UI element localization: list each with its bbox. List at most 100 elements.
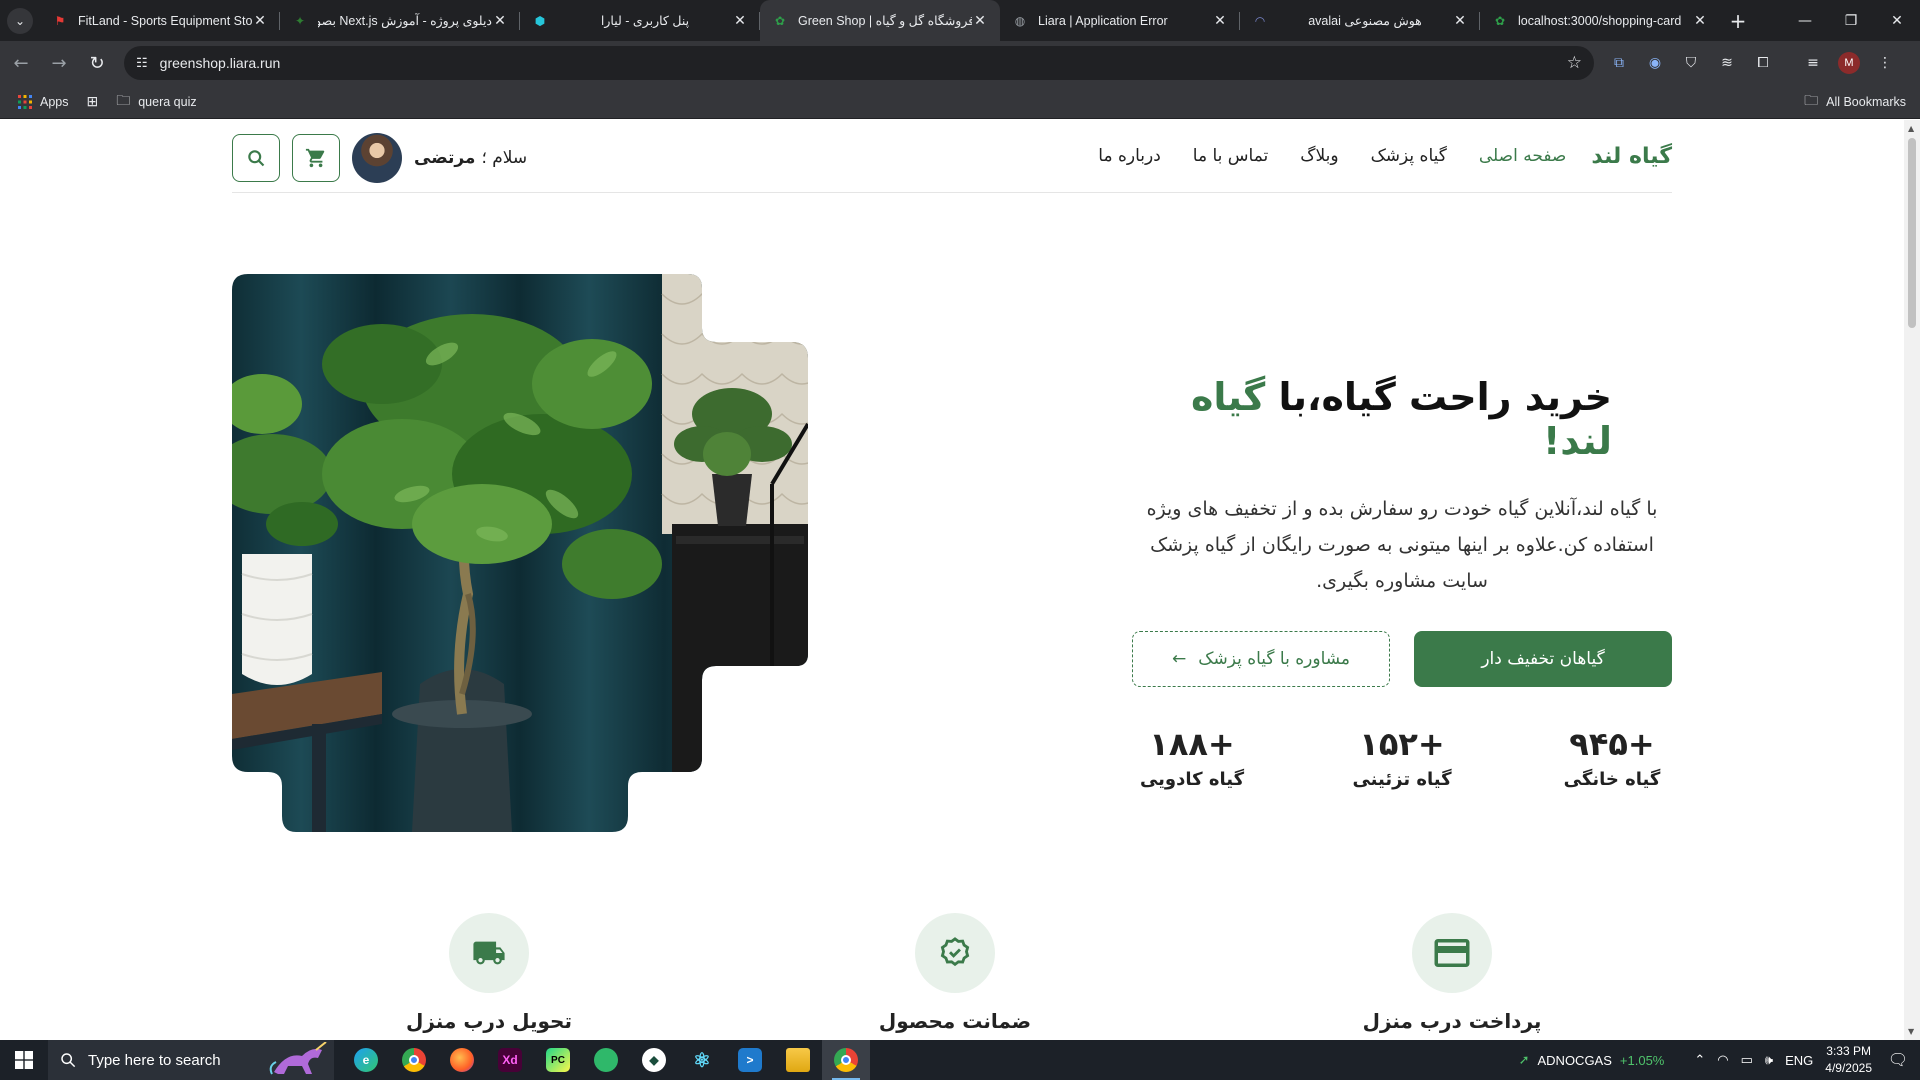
feature-icon-circle <box>1412 913 1492 993</box>
taskbar-adobe-xd[interactable]: Xd <box>486 1040 534 1080</box>
kebab-menu-icon[interactable]: ⋮ <box>1874 52 1896 74</box>
bookmarks-bar: Apps ⊞ 🗀 quera quiz 🗀 All Bookmarks <box>0 85 1920 119</box>
close-icon[interactable]: ✕ <box>252 12 268 29</box>
stat-value: +۹۴۵ <box>1569 725 1655 763</box>
taskbar-chat-app[interactable] <box>582 1040 630 1080</box>
taskbar-chrome[interactable] <box>390 1040 438 1080</box>
nav-home[interactable]: صفحه اصلی <box>1479 146 1566 166</box>
taskbar-file-explorer[interactable] <box>774 1040 822 1080</box>
chevron-up-icon[interactable]: ⌃ <box>1694 1052 1705 1068</box>
bookmark-apps[interactable]: Apps <box>18 94 69 109</box>
close-icon[interactable]: ✕ <box>492 12 508 29</box>
close-icon[interactable]: ✕ <box>732 12 748 29</box>
page-viewport: گیاه لند صفحه اصلی گیاه پزشک وبلاگ تماس … <box>0 120 1904 1040</box>
taskbar-apps: e Xd PC ◆ ⚛ > <box>342 1040 870 1080</box>
chrome-icon <box>402 1048 426 1072</box>
browser-tab[interactable]: ◠ هوش مصنوعی avalai ✕ <box>1240 0 1480 41</box>
url-text[interactable]: greenshop.liara.run <box>160 55 1567 71</box>
stat-item: +۱۸۸ گیاه کادویی <box>1132 725 1252 790</box>
bookmark-folder-quera[interactable]: 🗀 quera quiz <box>116 90 196 114</box>
page-scrollbar[interactable]: ▲ ▼ <box>1904 120 1920 1040</box>
hero-title: خرید راحت گیاه،با گیاه لند! <box>1132 375 1612 463</box>
site-info-icon[interactable]: ☷ <box>136 55 148 71</box>
tab-title: دیلوی پروژه - آموزش Next.js بصو <box>318 14 492 28</box>
close-window-icon[interactable]: ✕ <box>1874 0 1920 41</box>
taskbar-edge[interactable]: e <box>342 1040 390 1080</box>
media-control-icon[interactable]: ≡ <box>1802 52 1824 74</box>
layers-icon[interactable]: ≋ <box>1716 52 1738 74</box>
clock[interactable]: 3:33 PM 4/9/2025 <box>1825 1043 1872 1077</box>
cart-button[interactable] <box>292 134 340 182</box>
forward-arrow-icon[interactable]: → <box>42 46 76 80</box>
taskbar-react-tool[interactable]: ⚛ <box>678 1040 726 1080</box>
hero-section: خرید راحت گیاه،با گیاه لند! با گیاه لند،… <box>1132 375 1672 790</box>
close-icon[interactable]: ✕ <box>972 12 988 29</box>
browser-tab[interactable]: ✿ localhost:3000/shopping-card ✕ <box>1480 0 1720 41</box>
hero-plant-image <box>232 274 808 832</box>
tab-title: localhost:3000/shopping-card <box>1518 13 1682 28</box>
nav-contact[interactable]: تماس با ما <box>1193 146 1269 166</box>
scroll-up-icon[interactable]: ▲ <box>1908 124 1914 133</box>
volume-icon[interactable]: 🕪 <box>1765 1052 1773 1068</box>
browser-tab-active[interactable]: ✿ Green Shop | فروشگاه گل و گیاه ✕ <box>760 0 1000 41</box>
browser-tab[interactable]: ⬢ پنل کاربری - لیارا ✕ <box>520 0 760 41</box>
back-arrow-icon[interactable]: ← <box>4 46 38 80</box>
shield-icon[interactable]: ⛉ <box>1680 52 1702 74</box>
address-bar[interactable]: ☷ greenshop.liara.run ☆ <box>124 46 1594 80</box>
translate-icon[interactable]: ⧉ <box>1608 52 1630 74</box>
browser-tab[interactable]: ◍ Liara | Application Error ✕ <box>1000 0 1240 41</box>
feature-icon-circle <box>449 913 529 993</box>
discounted-plants-button[interactable]: گیاهان تخفیف دار <box>1414 631 1672 687</box>
user-greeting[interactable]: سلام ؛ مرتضی <box>414 148 527 168</box>
main-nav: صفحه اصلی گیاه پزشک وبلاگ تماس با ما درب… <box>1098 146 1566 166</box>
battery-icon[interactable]: ▭ <box>1741 1052 1753 1068</box>
tab-groups-button[interactable]: ⊞ <box>87 93 99 110</box>
feature-card: تحویل درب منزل <box>369 913 609 1040</box>
scroll-down-icon[interactable]: ▼ <box>1908 1027 1914 1036</box>
taskbar-chrome-profile[interactable] <box>822 1040 870 1080</box>
site-logo[interactable]: گیاه لند <box>1591 144 1672 169</box>
cart-icon <box>305 148 325 168</box>
notification-icon[interactable]: 🗨 <box>1884 1046 1912 1074</box>
hero-title-main: خرید راحت گیاه،با <box>1278 375 1612 419</box>
bookmark-star-icon[interactable]: ☆ <box>1567 53 1582 73</box>
taskbar-app[interactable]: ◆ <box>630 1040 678 1080</box>
features-row: پرداخت درب منزل ضمانت محصول تحویل درب من… <box>232 913 1672 1040</box>
extensions-puzzle-icon[interactable]: ⧠ <box>1752 52 1774 74</box>
minimize-icon[interactable]: — <box>1782 0 1828 41</box>
language-indicator[interactable]: ENG <box>1785 1053 1813 1068</box>
chat-extension-icon[interactable]: ◉ <box>1644 52 1666 74</box>
taskbar-vscode[interactable]: > <box>726 1040 774 1080</box>
wifi-icon[interactable]: ◠ <box>1717 1052 1728 1068</box>
close-icon[interactable]: ✕ <box>1212 12 1228 29</box>
consult-plant-doctor-button[interactable]: مشاوره با گیاه پزشک ← <box>1132 631 1390 687</box>
stock-widget[interactable]: ➚ ADNOCGAS +1.05% <box>1519 1052 1665 1068</box>
close-icon[interactable]: ✕ <box>1692 12 1708 29</box>
tab-search-button[interactable]: ⌄ <box>0 0 40 41</box>
stat-label: گیاه کادویی <box>1139 769 1245 790</box>
nav-blog[interactable]: وبلاگ <box>1300 146 1338 166</box>
all-bookmarks-button[interactable]: 🗀 All Bookmarks <box>1804 90 1906 114</box>
avatar[interactable] <box>352 133 402 183</box>
close-icon[interactable]: ✕ <box>1452 12 1468 29</box>
browser-tab[interactable]: ✦ دیلوی پروژه - آموزش Next.js بصو ✕ <box>280 0 520 41</box>
browser-tab[interactable]: ⚑ FitLand - Sports Equipment Sto ✕ <box>40 0 280 41</box>
search-button[interactable] <box>232 134 280 182</box>
profile-avatar[interactable]: M <box>1838 52 1860 74</box>
new-tab-button[interactable]: + <box>1720 0 1756 41</box>
reload-icon[interactable]: ↻ <box>80 46 114 80</box>
restore-icon[interactable]: ❐ <box>1828 0 1874 41</box>
favicon-icon: ⚑ <box>54 13 66 28</box>
site-header: گیاه لند صفحه اصلی گیاه پزشک وبلاگ تماس … <box>232 120 1672 193</box>
taskbar-search[interactable]: Type here to search <box>48 1040 334 1080</box>
taskbar-firefox[interactable] <box>438 1040 486 1080</box>
scrollbar-thumb[interactable] <box>1908 138 1916 328</box>
feature-icon-circle <box>915 913 995 993</box>
nav-plant-doctor[interactable]: گیاه پزشک <box>1371 146 1447 166</box>
start-button[interactable] <box>0 1040 48 1080</box>
nav-about[interactable]: درباره ما <box>1098 146 1161 166</box>
apps-grid-icon <box>18 94 32 109</box>
search-placeholder: Type here to search <box>88 1051 221 1069</box>
taskbar-pycharm[interactable]: PC <box>534 1040 582 1080</box>
user-name: مرتضی <box>414 148 476 168</box>
